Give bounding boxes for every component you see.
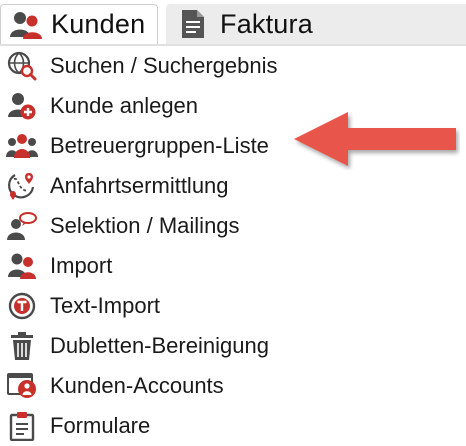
menu-item-label: Betreuergruppen-Liste [50, 133, 269, 158]
tab-faktura-label: Faktura [220, 8, 313, 39]
route-icon [6, 170, 38, 202]
tab-bar: Kunden Faktura [0, 0, 466, 44]
menu-item-suchen[interactable]: Suchen / Suchergebnis [0, 46, 460, 86]
menu-item-kunden-accounts[interactable]: Kunden-Accounts [0, 366, 460, 406]
menu-item-label: Suchen / Suchergebnis [50, 53, 278, 78]
menu-item-label: Kunden-Accounts [50, 373, 224, 398]
user-add-icon [6, 90, 38, 122]
menu-item-import[interactable]: Import [0, 246, 460, 286]
tab-kunden[interactable]: Kunden [0, 4, 158, 44]
menu-item-label: Formulare [50, 413, 151, 438]
menu-item-label: Text-Import [50, 293, 161, 318]
user-window-icon [6, 370, 38, 402]
tab-faktura[interactable]: Faktura [166, 4, 466, 44]
globe-search-icon [6, 50, 38, 82]
tab-kunden-label: Kunden [51, 9, 146, 39]
menu-item-label: Anfahrtsermittlung [50, 173, 229, 198]
menu-item-selektion[interactable]: Selektion / Mailings [0, 206, 460, 246]
menu-item-anfahrtsermittlung[interactable]: Anfahrtsermittlung [0, 166, 460, 206]
text-circle-icon [6, 290, 38, 322]
menu-item-formulare[interactable]: Formulare [0, 406, 460, 446]
menu-item-label: Selektion / Mailings [50, 213, 240, 238]
trash-icon [6, 330, 38, 362]
menu-item-label: Import [50, 253, 113, 278]
group-icon [6, 130, 38, 162]
users-icon [9, 10, 43, 40]
users-import-icon [6, 250, 38, 282]
user-speech-icon [6, 210, 38, 242]
menu-item-label: Kunde anlegen [50, 93, 199, 118]
clipboard-icon [6, 410, 38, 442]
document-icon [180, 9, 206, 39]
menu-item-label: Dubletten-Bereinigung [50, 333, 269, 358]
pointer-arrow [290, 108, 460, 170]
menu-item-text-import[interactable]: Text-Import [0, 286, 460, 326]
menu-item-dubletten[interactable]: Dubletten-Bereinigung [0, 326, 460, 366]
